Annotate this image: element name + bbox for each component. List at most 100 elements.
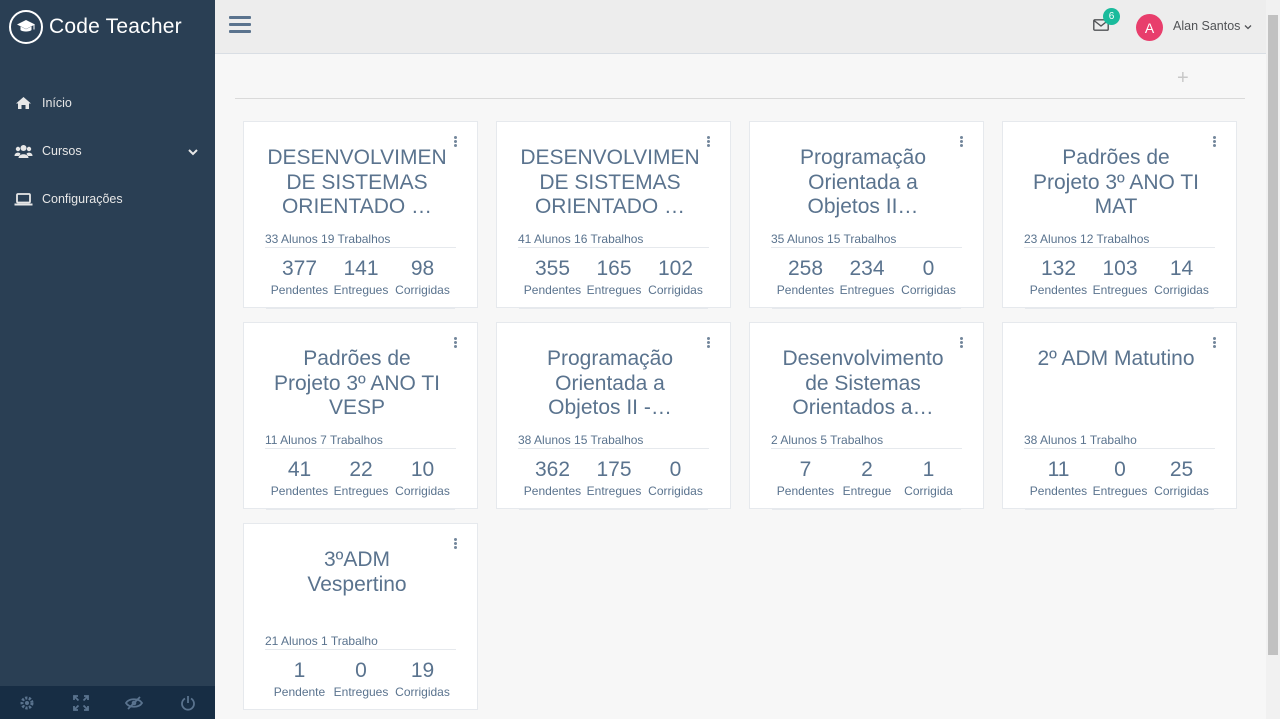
chevron-down-icon	[1244, 19, 1252, 33]
stat-value: 103	[1102, 257, 1138, 280]
stat-corrigidas: 0 Corrigidas	[898, 256, 959, 298]
stat-corrigidas: 14 Corrigidas	[1151, 256, 1212, 298]
stat-value: 10	[410, 458, 435, 481]
stat-label: Entregues	[586, 484, 642, 498]
stat-corrigidas: 25 Corrigidas	[1151, 457, 1212, 499]
stat-label: Pendentes	[1029, 283, 1088, 297]
stat-entregues: 103 Entregues	[1090, 256, 1151, 298]
user-menu[interactable]: Alan Santos	[1173, 19, 1252, 33]
stat-entregues: 22 Entregues	[331, 457, 392, 499]
separator	[1024, 247, 1215, 248]
stat-value: 0	[355, 659, 367, 682]
more-options-icon[interactable]	[707, 337, 711, 349]
course-card[interactable]: Desenvolvimento de Sistemas Orientados a…	[749, 322, 984, 510]
course-card[interactable]: Padrões de Projeto 3º ANO TI VESP 11 Alu…	[243, 322, 478, 510]
app-title: Code Teacher	[49, 15, 182, 38]
course-stats: 7 Pendentes 2 Entregue 1 Corrigida	[775, 457, 959, 499]
course-card[interactable]: DESENVOLVIMEN DE SISTEMAS ORIENTADO … 41…	[496, 121, 731, 309]
avatar[interactable]: A	[1136, 14, 1163, 41]
card-underline	[1025, 508, 1214, 510]
stat-value: 362	[534, 458, 571, 481]
stat-label: Corrigidas	[395, 484, 450, 498]
stat-corrigidas: 19 Corrigidas	[392, 658, 453, 700]
chevron-down-icon	[188, 145, 198, 159]
sidebar-item-label: Início	[42, 96, 72, 110]
stat-label: Pendentes	[523, 283, 582, 297]
more-options-icon[interactable]	[1213, 136, 1217, 148]
logout-icon[interactable]	[161, 686, 215, 719]
stat-corrigidas: 98 Corrigidas	[392, 256, 453, 298]
more-options-icon[interactable]	[1213, 337, 1217, 349]
course-stats: 377 Pendentes 141 Entregues 98 Corrigidas	[269, 256, 453, 298]
more-options-icon[interactable]	[454, 136, 458, 148]
course-meta: 35 Alunos 15 Trabalhos	[771, 232, 897, 246]
brand[interactable]: Code Teacher	[0, 0, 215, 54]
settings-icon[interactable]	[0, 686, 54, 719]
add-course-button[interactable]: +	[1177, 67, 1189, 90]
lock-icon[interactable]	[108, 686, 162, 719]
menu-toggle-icon[interactable]	[229, 16, 251, 36]
course-card[interactable]: Programação Orientada a Objetos II -… 38…	[496, 322, 731, 510]
sidebar-item-label: Configurações	[42, 192, 123, 206]
stat-label: Corrigidas	[395, 685, 450, 699]
course-title: DESENVOLVIMEN DE SISTEMAS ORIENTADO …	[520, 146, 700, 218]
stat-label: Corrigidas	[901, 283, 956, 297]
stat-entregues: 0 Entregues	[1090, 457, 1151, 499]
laptop-icon	[13, 191, 33, 207]
stat-label: Entregues	[586, 283, 642, 297]
course-card[interactable]: Padrões de Projeto 3º ANO TI MAT 23 Alun…	[1002, 121, 1237, 309]
stat-entregues: 0 Entregues	[331, 658, 392, 700]
stat-label: Entregue	[842, 484, 892, 498]
course-card[interactable]: 3ºADM Vespertino 21 Alunos 1 Trabalho 1 P…	[243, 523, 478, 710]
stat-entregues: 175 Entregues	[584, 457, 645, 499]
stat-value: 165	[596, 257, 632, 280]
stat-value: 19	[410, 659, 435, 682]
course-card[interactable]: DESENVOLVIMEN DE SISTEMAS ORIENTADO … 33…	[243, 121, 478, 309]
stat-label: Corrigidas	[648, 484, 703, 498]
stat-value: 11	[1047, 458, 1070, 481]
more-options-icon[interactable]	[960, 337, 964, 349]
sidebar-item-configuracoes[interactable]: Configurações	[0, 175, 215, 223]
course-title: DESENVOLVIMEN DE SISTEMAS ORIENTADO …	[267, 146, 447, 218]
card-underline	[519, 307, 708, 309]
course-title: Desenvolvimento de Sistemas Orientados a…	[782, 347, 944, 419]
stat-label: Corrigidas	[395, 283, 450, 297]
course-stats: 11 Pendentes 0 Entregues 25 Corrigidas	[1028, 457, 1212, 499]
sidebar: Code Teacher Início Cursos Configurações	[0, 0, 215, 719]
sidebar-item-cursos[interactable]: Cursos	[0, 127, 215, 175]
separator	[518, 247, 709, 248]
scrollbar-thumb[interactable]	[1268, 15, 1278, 655]
stat-label: Pendentes	[270, 484, 329, 498]
notification-badge: 6	[1103, 8, 1120, 25]
stat-value: 41	[287, 458, 312, 481]
more-options-icon[interactable]	[454, 538, 458, 550]
more-options-icon[interactable]	[960, 136, 964, 148]
stat-value: 377	[281, 257, 318, 280]
top-nav: 6 A Alan Santos	[215, 0, 1266, 54]
stat-label: Entregues	[333, 484, 389, 498]
sidebar-item-inicio[interactable]: Início	[0, 79, 215, 127]
stat-label: Entregues	[839, 283, 895, 297]
separator	[265, 247, 456, 248]
home-icon	[13, 95, 33, 111]
card-underline	[772, 508, 961, 510]
stat-value: 14	[1169, 257, 1194, 280]
stat-corrigidas: 0 Corrigidas	[645, 457, 706, 499]
course-title: 2º ADM Matutino	[1037, 347, 1195, 370]
card-underline	[266, 307, 455, 309]
stat-entregues: 2 Entregue	[837, 457, 898, 499]
stat-pendentes: 1 Pendente	[269, 658, 330, 700]
fullscreen-icon[interactable]	[54, 686, 108, 719]
course-card[interactable]: Programação Orientada a Objetos II… 35 A…	[749, 121, 984, 309]
more-options-icon[interactable]	[707, 136, 711, 148]
course-card[interactable]: 2º ADM Matutino 38 Alunos 1 Trabalho 11 P…	[1002, 322, 1237, 510]
course-title: Programação Orientada a Objetos II…	[799, 146, 927, 218]
card-underline	[1025, 307, 1214, 309]
stat-value: 355	[534, 257, 571, 280]
stat-value: 1	[922, 458, 935, 481]
more-options-icon[interactable]	[454, 337, 458, 349]
stat-label: Entregues	[1092, 283, 1148, 297]
stat-pendentes: 355 Pendentes	[522, 256, 583, 298]
course-title: 3ºADM Vespertino	[307, 548, 407, 596]
separator	[771, 448, 962, 449]
